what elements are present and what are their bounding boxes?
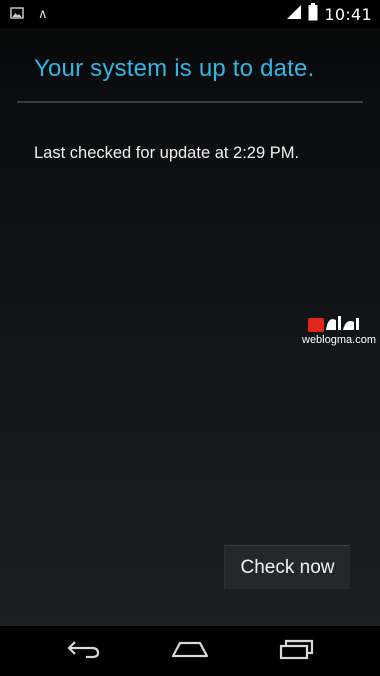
back-button[interactable] <box>34 626 134 676</box>
back-icon <box>66 639 102 663</box>
check-now-button[interactable]: Check now <box>224 545 350 589</box>
watermark: weblogma.com <box>300 312 376 352</box>
recent-apps-button[interactable] <box>246 626 346 676</box>
status-bar: ∧ 10:41 <box>0 0 380 28</box>
home-button[interactable] <box>140 626 240 676</box>
watermark-logo <box>308 316 359 332</box>
status-right-icons: 10:41 <box>286 3 372 25</box>
clock: 10:41 <box>324 4 372 24</box>
screen: ∧ 10:41 Your system is up to date. Last … <box>0 0 380 676</box>
home-icon <box>170 639 210 663</box>
system-update-panel: Your system is up to date. Last checked … <box>0 28 380 626</box>
navigation-bar <box>0 626 380 676</box>
title-divider <box>17 101 363 103</box>
signal-icon <box>286 4 302 24</box>
last-checked-text: Last checked for update at 2:29 PM. <box>34 144 300 162</box>
battery-icon <box>308 3 318 25</box>
recent-apps-icon <box>277 638 315 664</box>
caret-up-icon: ∧ <box>38 6 48 22</box>
image-notification-icon <box>10 5 24 24</box>
page-title: Your system is up to date. <box>34 55 315 82</box>
status-left-icons: ∧ <box>10 5 48 24</box>
watermark-text: weblogma.com <box>302 334 376 346</box>
